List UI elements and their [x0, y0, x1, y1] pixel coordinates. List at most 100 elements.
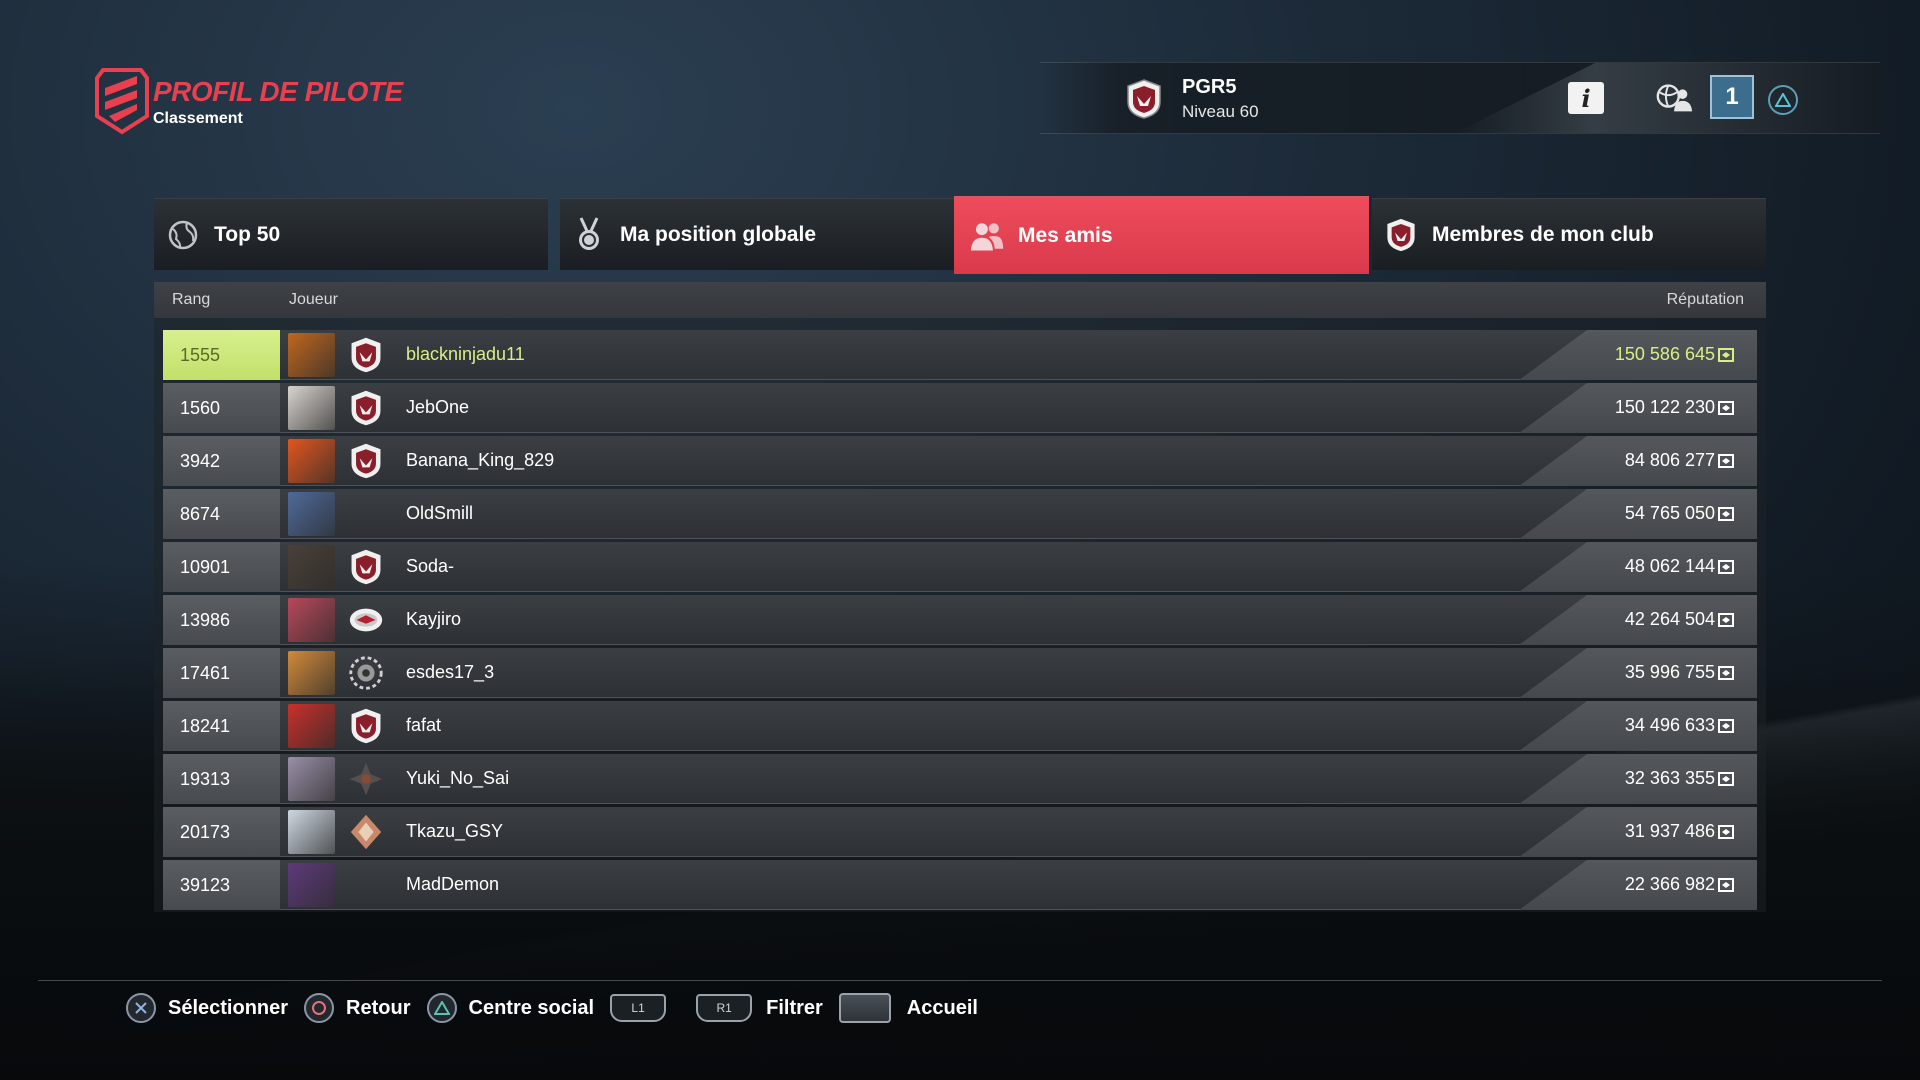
rank-cell: 17461 — [163, 648, 280, 698]
rank-value: 10901 — [180, 556, 231, 577]
table-row[interactable]: 1560 JebOne 150 122 230 — [163, 383, 1757, 433]
select-label: Sélectionner — [168, 996, 289, 1019]
player-name: Kayjiro — [406, 609, 462, 629]
social-label: Centre social — [468, 996, 595, 1019]
r1-button-icon: R1 — [696, 994, 753, 1022]
table-row[interactable]: 18241 fafat 34 496 633 — [163, 701, 1757, 751]
home-prompt[interactable]: Accueil — [838, 993, 978, 1023]
reputation-icon — [1718, 348, 1734, 362]
l1-prompt[interactable]: L1 — [610, 994, 680, 1022]
rank-cell: 1560 — [163, 383, 280, 433]
player-name: Tkazu_GSY — [406, 821, 504, 841]
player-club-emblem-icon — [1127, 79, 1161, 119]
table-rows: 1555 blackninjadu11 150 586 645 1560 JebOne 1… — [163, 330, 1757, 913]
club-emblem-icon — [347, 389, 385, 427]
reputation-value: 150 122 230 — [1614, 397, 1715, 417]
reputation-value: 31 937 486 — [1624, 821, 1715, 841]
column-rank: Rang — [172, 291, 211, 308]
triangle-button-icon — [426, 993, 457, 1023]
page-title: PROFIL DE PILOTE — [153, 76, 403, 107]
rank-cell: 10901 — [163, 542, 280, 592]
table-header: Rang Joueur Réputation — [154, 282, 1766, 318]
table-row[interactable]: 1555 blackninjadu11 150 586 645 — [163, 330, 1757, 380]
table-row[interactable]: 3942 Banana_King_829 84 806 277 — [163, 436, 1757, 486]
rank-value: 3942 — [180, 450, 221, 471]
reputation-value: 35 996 755 — [1624, 662, 1715, 682]
club-emblem-icon — [347, 707, 385, 745]
club-emblem-icon — [347, 601, 385, 639]
back-label: Retour — [346, 996, 411, 1019]
circle-button-icon — [304, 993, 335, 1023]
social-prompt[interactable]: Centre social — [426, 993, 595, 1023]
table-row[interactable]: 13986 Kayjiro 42 264 504 — [163, 595, 1757, 645]
filter-label: Filtrer — [766, 996, 823, 1019]
rank-value: 18241 — [180, 715, 231, 736]
table-row[interactable]: 10901 Soda- 48 062 144 — [163, 542, 1757, 592]
table-row[interactable]: 8674 OldSmill 54 765 050 — [163, 489, 1757, 539]
rank-cell: 3942 — [163, 436, 280, 486]
page-subtitle: Classement — [153, 110, 243, 127]
player-name: fafat — [406, 715, 442, 735]
reputation-value: 54 765 050 — [1624, 503, 1715, 523]
reputation-icon — [1718, 560, 1734, 574]
rank-cell: 19313 — [163, 754, 280, 804]
player-name: Yuki_No_Sai — [406, 768, 510, 788]
reputation-icon — [1718, 772, 1734, 786]
profile-bar — [1040, 62, 1880, 134]
player-avatar — [288, 757, 335, 801]
player-level: Niveau 60 — [1182, 102, 1259, 121]
player-avatar — [288, 333, 335, 377]
column-reputation: Réputation — [1666, 291, 1744, 308]
tab-ma-position-globale[interactable]: Ma position globale — [560, 198, 954, 270]
tab-membres-de-mon-club[interactable]: Membres de mon club — [1372, 198, 1766, 270]
table-row[interactable]: 17461 esdes17_3 35 996 755 — [163, 648, 1757, 698]
triangle-icon — [1775, 93, 1791, 107]
player-name: Banana_King_829 — [406, 450, 555, 470]
online-friends-button[interactable] — [1654, 80, 1694, 116]
player-avatar — [288, 439, 335, 483]
player-avatar — [288, 492, 335, 536]
club-emblem-icon — [347, 813, 385, 851]
tab-mes-amis[interactable]: Mes amis — [954, 196, 1369, 274]
touchpad-button-icon — [838, 993, 891, 1023]
filter-prompt[interactable]: R1 Filtrer — [696, 994, 823, 1022]
reputation-value: 48 062 144 — [1624, 556, 1715, 576]
rank-value: 19313 — [180, 768, 231, 789]
club-emblem-icon — [347, 336, 385, 374]
rank-cell: 8674 — [163, 489, 280, 539]
reputation-value: 34 496 633 — [1624, 715, 1715, 735]
info-button[interactable]: i — [1566, 80, 1606, 116]
table-row[interactable]: 39123 MadDemon 22 366 982 — [163, 860, 1757, 910]
player-avatar — [288, 704, 335, 748]
cross-button-icon — [126, 993, 156, 1023]
globe-icon — [166, 218, 200, 252]
rank-cell: 1555 — [163, 330, 280, 380]
table-row[interactable]: 19313 Yuki_No_Sai 32 363 355 — [163, 754, 1757, 804]
table-row[interactable]: 20173 Tkazu_GSY 31 937 486 — [163, 807, 1757, 857]
triangle-button[interactable] — [1768, 85, 1798, 115]
reputation-icon — [1718, 401, 1734, 415]
rank-value: 13986 — [180, 609, 231, 630]
reputation-icon — [1718, 454, 1734, 468]
rank-cell: 13986 — [163, 595, 280, 645]
leaderboard-tabs: Top 50 Ma position globale Mes amis Memb… — [154, 196, 1766, 274]
l1-button-icon: L1 — [610, 994, 667, 1022]
player-avatar — [288, 386, 335, 430]
select-prompt[interactable]: Sélectionner — [126, 993, 288, 1023]
club-emblem-icon — [347, 548, 385, 586]
rank-cell: 20173 — [163, 807, 280, 857]
reputation-icon — [1718, 666, 1734, 680]
reputation-icon — [1718, 825, 1734, 839]
club-emblem-icon — [347, 442, 385, 480]
back-prompt[interactable]: Retour — [304, 993, 411, 1023]
brand-header: PROFIL DE PILOTE Classement — [95, 64, 403, 136]
player-name: blackninjadu11 — [406, 344, 525, 364]
online-friends-icon — [1656, 84, 1693, 112]
reputation-value: 84 806 277 — [1624, 450, 1715, 470]
friends-icon — [970, 219, 1004, 253]
player-name: PGR5 — [1182, 76, 1237, 98]
reputation-icon — [1718, 613, 1734, 627]
reputation-value: 22 366 982 — [1624, 874, 1715, 894]
player-avatar — [288, 863, 335, 907]
tab-top-50[interactable]: Top 50 — [154, 198, 548, 270]
